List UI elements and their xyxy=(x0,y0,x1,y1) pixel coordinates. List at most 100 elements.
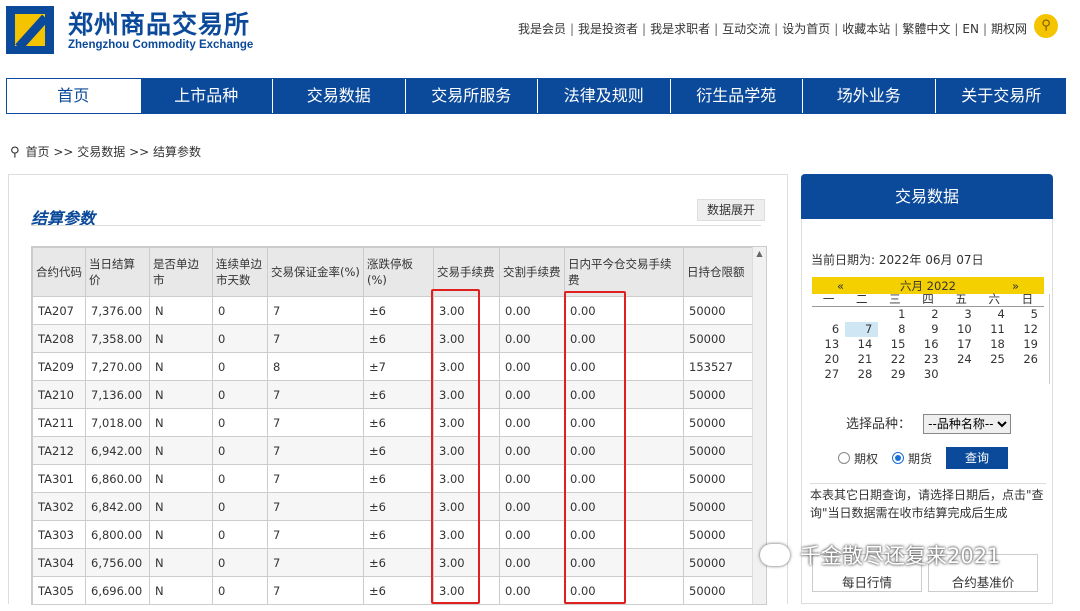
table-cell: 0 xyxy=(212,464,268,493)
calendar-day[interactable]: 21 xyxy=(845,352,878,367)
nav-item[interactable]: 上市品种 xyxy=(139,79,273,113)
calendar-day[interactable]: 28 xyxy=(845,367,878,382)
weekday-label: 二 xyxy=(855,292,868,306)
calendar-day[interactable]: 23 xyxy=(911,352,944,367)
radio-futures[interactable] xyxy=(892,452,905,464)
calendar-day[interactable]: 2 xyxy=(911,307,944,322)
exchange-logo[interactable] xyxy=(6,6,54,54)
nav-item[interactable]: 关于交易所 xyxy=(934,79,1068,113)
highlight-box-trade-fee xyxy=(431,289,480,604)
expand-data-button[interactable]: 数据展开 xyxy=(697,199,765,221)
calendar-next-button[interactable]: » xyxy=(1012,279,1019,293)
calendar: « 六月 2022 » 一二三四五六日 1 2 3 4 5 6 7 8 9 10 11 12 13 14 1… xyxy=(812,277,1050,384)
breadcrumb-text[interactable]: 首页 >> 交易数据 >> 结算参数 xyxy=(26,145,201,159)
calendar-day[interactable]: 13 xyxy=(812,337,845,352)
table-cell: ±6 xyxy=(363,380,434,409)
table-cell: ±7 xyxy=(363,352,434,381)
calendar-day[interactable]: 20 xyxy=(812,352,845,367)
table-cell: 0.00 xyxy=(499,548,565,577)
watermark-text: 千金散尽还复来2021 xyxy=(800,544,1001,568)
top-link[interactable]: 我是求职者 xyxy=(649,22,711,36)
top-link[interactable]: 我是投资者 xyxy=(577,22,639,36)
calendar-day[interactable]: 25 xyxy=(978,352,1011,367)
radio-options[interactable] xyxy=(838,452,850,464)
calendar-day[interactable]: 29 xyxy=(878,367,911,382)
calendar-day xyxy=(845,307,878,322)
table-cell: 7 xyxy=(267,492,364,521)
product-select[interactable]: --品种名称-- xyxy=(923,414,1012,434)
calendar-day[interactable]: 22 xyxy=(878,352,911,367)
calendar-day[interactable]: 16 xyxy=(911,337,944,352)
weekday-label: 六 xyxy=(988,292,1001,306)
calendar-day[interactable]: 24 xyxy=(945,352,978,367)
table-cell: 7 xyxy=(267,436,364,465)
calendar-day[interactable]: 7 xyxy=(845,322,879,337)
nav-item[interactable]: 首页 xyxy=(7,79,140,113)
settlement-table-container[interactable]: 合约代码 当日结算价 是否单边市 连续单边市天数 交易保证金率(%) 涨跌停板(%) 交易手… xyxy=(31,246,767,605)
table-row: TA303 6,800.00 N 0 7 ±6 3.00 0.00 0.00 50000 xyxy=(32,520,755,549)
radio-label-futures[interactable]: 期货 xyxy=(908,450,932,467)
main-nav: 首页 上市品种 交易数据 交易所服务 法律及规则 衍生品学苑 场外业务 关于交易所 xyxy=(6,78,1066,114)
calendar-day[interactable]: 26 xyxy=(1011,352,1044,367)
calendar-day[interactable]: 9 xyxy=(911,322,944,337)
calendar-day[interactable]: 27 xyxy=(812,367,845,382)
table-cell: TA303 xyxy=(32,520,86,549)
top-link[interactable]: 繁體中文 xyxy=(901,22,951,36)
calendar-day[interactable]: 15 xyxy=(878,337,911,352)
nav-item[interactable]: 法律及规则 xyxy=(537,79,670,113)
calendar-scrollbar[interactable] xyxy=(1046,294,1050,384)
top-link[interactable]: 收藏本站 xyxy=(841,22,891,36)
nav-item[interactable]: 衍生品学苑 xyxy=(669,79,803,113)
table-row: TA302 6,842.00 N 0 7 ±6 3.00 0.00 0.00 50000 xyxy=(32,492,755,521)
table-cell: 6,800.00 xyxy=(85,520,150,549)
table-cell: N xyxy=(149,380,213,409)
table-cell: 0.00 xyxy=(499,492,565,521)
calendar-day[interactable]: 11 xyxy=(978,322,1011,337)
calendar-day[interactable]: 18 xyxy=(978,337,1011,352)
table-cell: 50000 xyxy=(683,492,755,521)
calendar-day[interactable]: 30 xyxy=(911,367,944,382)
calendar-day[interactable]: 5 xyxy=(1011,307,1044,322)
table-cell: TA305 xyxy=(32,576,86,604)
top-link[interactable]: 期权网 xyxy=(990,22,1028,36)
table-cell: 7 xyxy=(267,296,364,325)
breadcrumb: ⚲ 首页 >> 交易数据 >> 结算参数 xyxy=(10,143,201,160)
table-cell: 0.00 xyxy=(499,296,565,325)
table-cell: 7 xyxy=(267,324,364,353)
top-link[interactable]: EN xyxy=(961,22,980,36)
nav-item[interactable]: 场外业务 xyxy=(802,79,935,113)
site-title-cn: 郑州商品交易所 xyxy=(68,10,251,39)
calendar-day[interactable]: 14 xyxy=(845,337,878,352)
calendar-day[interactable]: 8 xyxy=(878,322,911,337)
table-cell: N xyxy=(149,352,213,381)
calendar-week: 20 21 22 23 24 25 26 xyxy=(812,352,1044,367)
nav-item[interactable]: 交易数据 xyxy=(272,79,405,113)
radio-label-options[interactable]: 期权 xyxy=(854,450,878,467)
search-icon[interactable]: ⚲ xyxy=(1034,14,1058,38)
table-cell: 0.00 xyxy=(499,380,565,409)
table-cell: TA210 xyxy=(32,380,86,409)
calendar-day[interactable]: 4 xyxy=(978,307,1011,322)
table-cell: 50000 xyxy=(683,408,755,437)
query-button[interactable]: 查询 xyxy=(946,447,1009,469)
table-row: TA212 6,942.00 N 0 7 ±6 3.00 0.00 0.00 50000 xyxy=(32,436,755,465)
top-link[interactable]: 互动交流 xyxy=(721,22,771,36)
table-cell: N xyxy=(149,436,213,465)
calendar-day[interactable]: 3 xyxy=(945,307,978,322)
calendar-day[interactable]: 12 xyxy=(1011,322,1044,337)
calendar-prev-button[interactable]: « xyxy=(837,279,844,293)
calendar-day[interactable]: 17 xyxy=(945,337,978,352)
calendar-day[interactable]: 6 xyxy=(812,322,845,337)
top-link[interactable]: 设为首页 xyxy=(781,22,831,36)
table-cell: 50000 xyxy=(683,548,755,577)
table-cell: 153527 xyxy=(683,352,755,381)
calendar-week: 27 28 29 30 xyxy=(812,367,1044,382)
top-link[interactable]: 我是会员 xyxy=(517,22,567,36)
scroll-up-icon[interactable]: ▲ xyxy=(753,249,766,258)
wechat-icon xyxy=(760,544,790,566)
table-cell: 50000 xyxy=(683,436,755,465)
calendar-day[interactable]: 1 xyxy=(878,307,911,322)
calendar-day[interactable]: 19 xyxy=(1011,337,1044,352)
calendar-day[interactable]: 10 xyxy=(945,322,978,337)
nav-item[interactable]: 交易所服务 xyxy=(404,79,538,113)
